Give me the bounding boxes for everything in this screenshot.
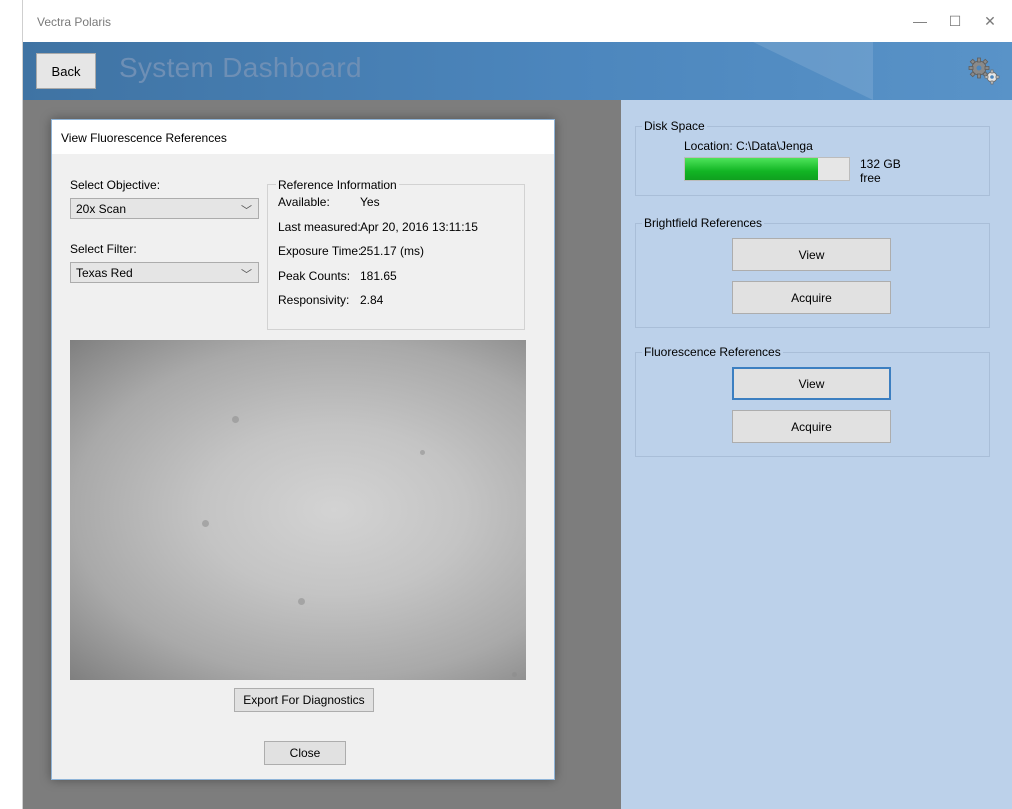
fluorescence-view-button[interactable]: View bbox=[732, 367, 891, 400]
ref-value-peak-counts: 181.65 bbox=[360, 269, 397, 283]
reference-info-group: Reference Information Available: Yes Las… bbox=[267, 178, 525, 330]
minimize-icon: — bbox=[913, 13, 927, 29]
gears-icon bbox=[968, 57, 1000, 85]
export-diagnostics-button[interactable]: Export For Diagnostics bbox=[234, 688, 374, 712]
ref-label-available: Available: bbox=[278, 195, 330, 209]
filter-label: Select Filter: bbox=[70, 242, 137, 256]
chevron-down-icon: ﹀ bbox=[241, 269, 252, 281]
disk-location: Location: C:\Data\Jenga bbox=[684, 139, 813, 153]
dashboard-header: Back System Dashboard bbox=[23, 42, 1012, 100]
ref-label-peak-counts: Peak Counts: bbox=[278, 269, 351, 283]
fluorescence-title: Fluorescence References bbox=[642, 345, 783, 359]
fluorescence-acquire-button[interactable]: Acquire bbox=[732, 410, 891, 443]
dialog-close-button[interactable]: Close bbox=[264, 741, 346, 765]
ref-value-available: Yes bbox=[360, 195, 380, 209]
disk-free-amount: 132 GB bbox=[860, 157, 901, 171]
minimize-button[interactable]: — bbox=[903, 8, 937, 34]
ref-value-exposure: 251.17 (ms) bbox=[360, 244, 425, 258]
fluorescence-group: Fluorescence References View Acquire bbox=[635, 345, 990, 457]
reference-image-preview bbox=[70, 340, 526, 680]
dialog-title: View Fluorescence References bbox=[61, 131, 227, 145]
back-button[interactable]: Back bbox=[36, 53, 96, 89]
brightfield-acquire-button[interactable]: Acquire bbox=[732, 281, 891, 314]
disk-usage-bar bbox=[684, 157, 850, 181]
disk-usage-fill bbox=[685, 158, 818, 180]
fluorescence-references-dialog: View Fluorescence References Select Obje… bbox=[51, 119, 555, 780]
ref-value-last-measured: Apr 20, 2016 13:11:15 bbox=[360, 220, 478, 234]
right-panel: Disk Space Location: C:\Data\Jenga 132 G… bbox=[621, 100, 1012, 809]
brightfield-group: Brightfield References View Acquire bbox=[635, 216, 990, 328]
title-bar: Vectra Polaris — ☐ ✕ bbox=[23, 0, 1012, 42]
settings-gear-button[interactable] bbox=[967, 56, 1001, 86]
window-title: Vectra Polaris bbox=[37, 15, 112, 29]
ref-label-last-measured: Last measured: bbox=[278, 220, 361, 234]
app-window: Vectra Polaris — ☐ ✕ Back System Dashboa… bbox=[22, 0, 1012, 809]
ref-label-exposure: Exposure Time: bbox=[278, 244, 362, 258]
brightfield-view-button[interactable]: View bbox=[732, 238, 891, 271]
filter-select[interactable]: Texas Red ﹀ bbox=[70, 262, 259, 283]
dialog-title-bar: View Fluorescence References bbox=[52, 120, 554, 154]
ref-value-responsivity: 2.84 bbox=[360, 293, 384, 307]
filter-value: Texas Red bbox=[76, 265, 133, 280]
close-window-button[interactable]: ✕ bbox=[973, 8, 1007, 34]
maximize-button[interactable]: ☐ bbox=[938, 8, 972, 34]
brightfield-title: Brightfield References bbox=[642, 216, 765, 230]
disk-space-group: Disk Space Location: C:\Data\Jenga 132 G… bbox=[635, 119, 990, 196]
close-icon: ✕ bbox=[984, 12, 996, 29]
maximize-icon: ☐ bbox=[948, 12, 962, 29]
reference-info-title: Reference Information bbox=[276, 178, 399, 192]
ref-label-responsivity: Responsivity: bbox=[278, 293, 350, 307]
chevron-down-icon: ﹀ bbox=[241, 205, 252, 217]
objective-label: Select Objective: bbox=[70, 178, 161, 192]
disk-space-title: Disk Space bbox=[642, 119, 707, 133]
objective-value: 20x Scan bbox=[76, 201, 127, 216]
objective-select[interactable]: 20x Scan ﹀ bbox=[70, 198, 259, 219]
disk-free-label: free bbox=[860, 171, 881, 185]
page-title: System Dashboard bbox=[119, 52, 362, 83]
